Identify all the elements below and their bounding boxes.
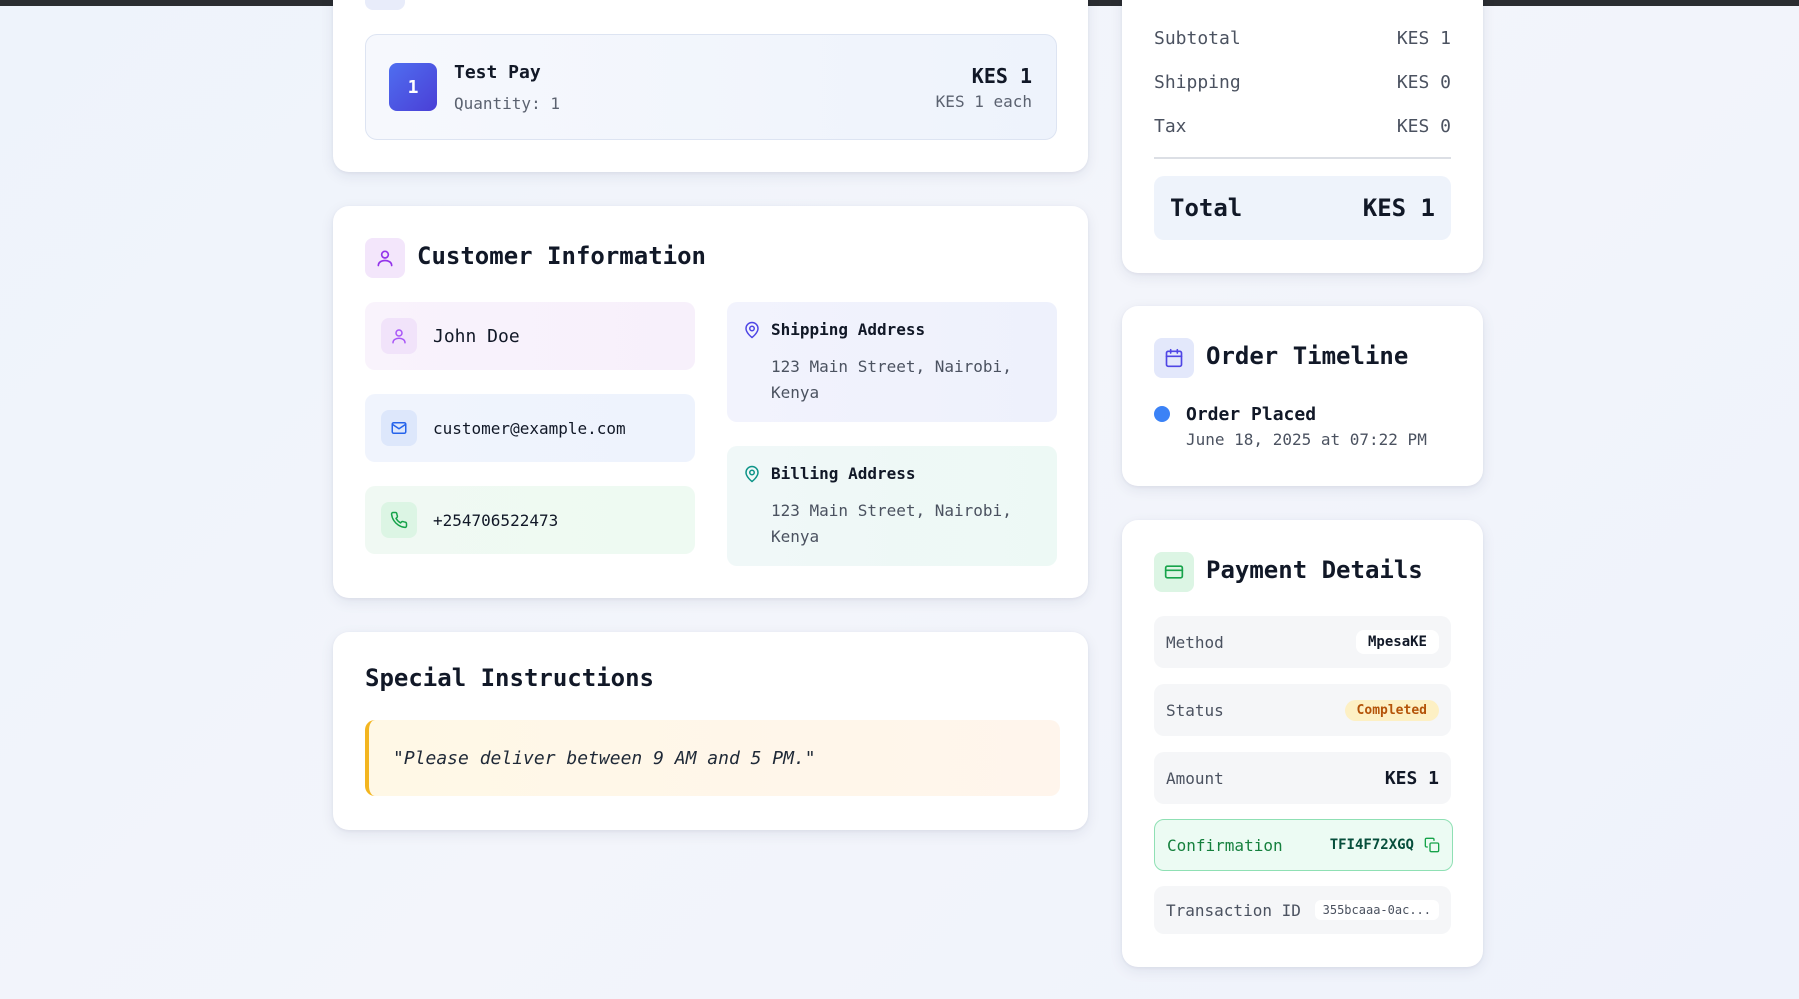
item-unit-price: KES 1 each xyxy=(935,92,1032,111)
tax-value: KES 0 xyxy=(1396,116,1451,137)
tax-row: Tax KES 0 xyxy=(1154,116,1451,137)
subtotal-label: Subtotal xyxy=(1154,28,1241,49)
customer-information-card: Customer Information John Doe customer@e… xyxy=(333,206,1088,598)
confirmation-code: TFI4F72XGQ xyxy=(1329,837,1414,853)
calendar-icon xyxy=(1154,338,1194,378)
map-pin-icon xyxy=(745,465,759,483)
payment-amount-value: KES 1 xyxy=(1384,767,1439,789)
shipping-address-text: 123 Main Street, Nairobi, Kenya xyxy=(771,357,1012,402)
map-pin-icon xyxy=(745,321,759,339)
transaction-id-row: Transaction ID 355bcaaa-0ac... xyxy=(1154,886,1451,934)
shipping-label: Shipping xyxy=(1154,72,1241,93)
billing-address-box: Billing Address 123 Main Street, Nairobi… xyxy=(727,446,1057,566)
timeline-event-label: Order Placed xyxy=(1186,404,1317,425)
payment-details-title: Payment Details xyxy=(1206,556,1423,584)
credit-card-icon xyxy=(1154,552,1194,592)
item-quantity: Quantity: 1 xyxy=(454,94,560,113)
copy-icon[interactable] xyxy=(1424,837,1440,853)
quantity-badge: 1 xyxy=(389,63,437,111)
shipping-value: KES 0 xyxy=(1396,72,1451,93)
payment-details-card: Payment Details Method MpesaKE Status Co… xyxy=(1122,520,1483,967)
status-badge: Completed xyxy=(1344,699,1439,721)
item-name: Test Pay xyxy=(454,62,541,83)
customer-email-field: customer@example.com xyxy=(365,394,695,462)
special-instructions-title: Special Instructions xyxy=(365,664,654,692)
billing-address-text: 123 Main Street, Nairobi, Kenya xyxy=(771,501,1012,546)
order-items-icon xyxy=(365,0,405,10)
user-icon xyxy=(365,238,405,278)
payment-method-label: Method xyxy=(1166,632,1224,652)
order-summary-card: Subtotal KES 1 Shipping KES 0 Tax KES 0 … xyxy=(1122,0,1483,273)
payment-confirmation-row: Confirmation TFI4F72XGQ xyxy=(1154,819,1453,871)
customer-information-title: Customer Information xyxy=(417,242,706,270)
payment-status-row: Status Completed xyxy=(1154,684,1451,736)
user-icon xyxy=(381,318,417,354)
timeline-dot xyxy=(1154,406,1170,422)
payment-amount-label: Amount xyxy=(1166,768,1224,788)
order-items-card: 1 Test Pay Quantity: 1 KES 1 KES 1 each xyxy=(333,0,1088,172)
total-value: KES 1 xyxy=(1362,194,1435,222)
payment-method-value: MpesaKE xyxy=(1355,630,1439,654)
billing-address-title: Billing Address xyxy=(771,464,916,483)
timeline-event-date: June 18, 2025 at 07:22 PM xyxy=(1186,430,1427,449)
subtotal-row: Subtotal KES 1 xyxy=(1154,28,1451,49)
payment-status-label: Status xyxy=(1166,700,1224,720)
order-timeline-title: Order Timeline xyxy=(1206,342,1409,370)
order-timeline-card: Order Timeline Order Placed June 18, 202… xyxy=(1122,306,1483,486)
payment-amount-row: Amount KES 1 xyxy=(1154,752,1451,804)
tax-label: Tax xyxy=(1154,116,1187,137)
summary-divider xyxy=(1154,157,1451,159)
instructions-quote-box: "Please deliver between 9 AM and 5 PM." xyxy=(365,720,1060,796)
special-instructions-card: Special Instructions "Please deliver bet… xyxy=(333,632,1088,830)
subtotal-value: KES 1 xyxy=(1396,28,1451,49)
customer-email[interactable]: customer@example.com xyxy=(433,394,626,462)
total-label: Total xyxy=(1170,194,1243,222)
shipping-row: Shipping KES 0 xyxy=(1154,72,1451,93)
payment-method-row: Method MpesaKE xyxy=(1154,616,1451,668)
item-price: KES 1 xyxy=(971,64,1032,88)
customer-phone[interactable]: +254706522473 xyxy=(433,486,558,554)
instructions-text: "Please deliver between 9 AM and 5 PM." xyxy=(393,747,816,769)
shipping-address-box: Shipping Address 123 Main Street, Nairob… xyxy=(727,302,1057,422)
total-row: Total KES 1 xyxy=(1154,176,1451,240)
phone-icon xyxy=(381,502,417,538)
customer-name-field: John Doe xyxy=(365,302,695,370)
mail-icon xyxy=(381,410,417,446)
order-item-row: 1 Test Pay Quantity: 1 KES 1 KES 1 each xyxy=(365,34,1057,140)
transaction-id-label: Transaction ID xyxy=(1166,900,1301,920)
customer-name: John Doe xyxy=(433,325,520,347)
shipping-address-title: Shipping Address xyxy=(771,320,926,339)
customer-phone-field: +254706522473 xyxy=(365,486,695,554)
transaction-id-value: 355bcaaa-0ac... xyxy=(1314,900,1439,920)
confirmation-label: Confirmation xyxy=(1167,835,1283,855)
